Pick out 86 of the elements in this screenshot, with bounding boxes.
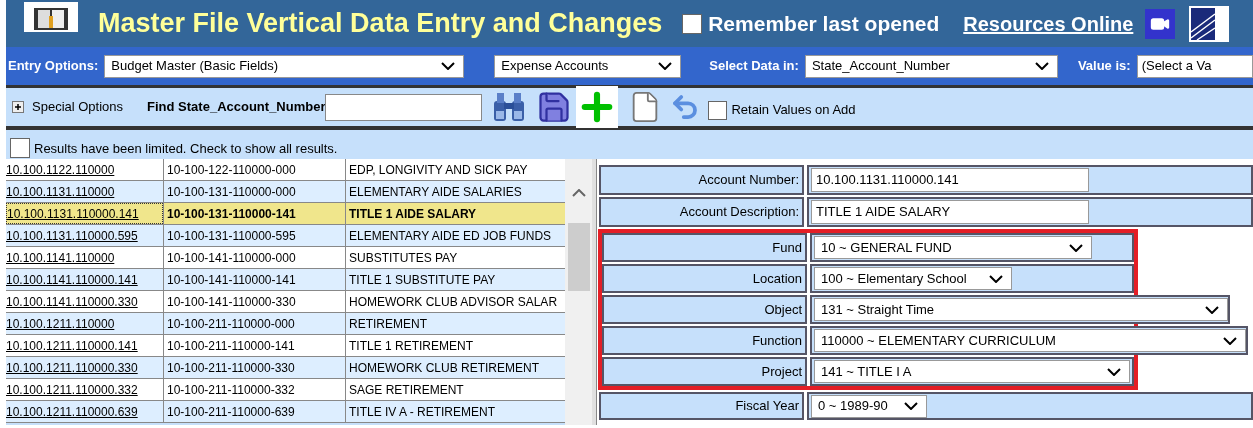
account-link[interactable]: 10.100.1131.110000.141 [6,203,163,224]
dropdown-field[interactable]: 141 ~ TITLE I A [814,360,1130,383]
find-label: Find State_Account_Number [147,98,326,117]
table-cell: 10-100-141-110000-000 [163,247,345,268]
chevron-down-icon [441,62,456,70]
limit-checkbox[interactable] [10,138,30,158]
table-row[interactable]: 10.100.1211.110000.639 10-100-211-110000-639 TITLE IV A - RETIREMENT [6,401,565,423]
dropdown-field[interactable]: 100 ~ Elementary School [814,267,1012,290]
table-cell: 10-100-141-110000-330 [163,291,345,312]
special-options-label[interactable]: Special Options [32,97,124,117]
table-cell: 10-100-141-110000-141 [163,269,345,290]
table-row[interactable]: 10.100.1131.110000.595 10-100-131-110000-595 ELEMENTARY AIDE ED JOB FUNDS [6,225,565,247]
table-row[interactable]: 10.100.1141.110000.330 10-100-141-110000-330 HOMEWORK CLUB ADVISOR SALAR [6,291,565,313]
table-row[interactable]: 10.100.1211.110000.332 10-100-211-110000-332 SAGE RETIREMENT [6,379,565,401]
field-label: Function [602,326,807,355]
find-input[interactable] [325,93,483,121]
account-link[interactable]: 10.100.1211.110000.639 [6,401,163,422]
scrollbar-thumb[interactable] [567,223,590,291]
table-cell: 10-100-211-110000-141 [163,335,345,356]
logo-icon [24,1,78,32]
chevron-down-icon [1034,62,1049,70]
chevron-down-icon [658,62,673,70]
expand-icon[interactable] [12,101,24,113]
scrollbar[interactable] [565,159,592,425]
entry-options-label: Entry Options: [8,57,99,76]
field-label: Project [602,357,807,386]
field-label: Account Number: [599,165,804,195]
table-row[interactable]: 10.100.1211.110000.141 10-100-211-110000-141 TITLE 1 RETIREMENT [6,335,565,357]
account-link[interactable]: 10.100.1211.110000.332 [6,379,163,400]
table-cell: 10-100-131-110000-141 [163,203,345,224]
account-link[interactable]: 10.100.1131.110000.595 [6,225,163,246]
retain-label: Retain Values on Add [731,101,856,120]
account-link[interactable]: 10.100.1211.110000 [6,313,163,334]
field-label: Fund [602,233,807,262]
chevron-down-icon [904,402,918,410]
select-data-label: Select Data in: [709,57,799,76]
scroll-up-icon[interactable] [571,189,586,197]
account-type-select[interactable]: Expense Accounts [494,54,682,78]
table-row[interactable]: 10.100.1141.110000 10-100-141-110000-000 SUBSTITUTES PAY [6,247,565,269]
field-label: Account Description: [599,197,804,227]
value-select[interactable]: (Select a Va [1136,54,1253,78]
value-is-label: Value is: [1077,57,1131,76]
field-label: Location [602,264,807,293]
chevron-down-icon [989,274,1003,283]
table-cell: 10-100-211-110000-000 [163,313,345,334]
account-link[interactable]: 10.100.1141.110000 [6,247,163,268]
logo-icon [1189,5,1230,42]
table-row[interactable]: 10.100.1131.110000.141 10-100-131-110000-141 TITLE 1 AIDE SALARY [6,203,565,225]
resources-link[interactable]: Resources Online [963,8,1134,39]
account-link[interactable]: 10.100.1141.110000.141 [6,269,163,290]
text-field[interactable]: TITLE 1 AIDE SALARY [811,200,1089,224]
dropdown-field[interactable]: 131 ~ Straight Time [814,298,1228,321]
table-cell: 10-100-211-110000-332 [163,379,345,400]
text-field[interactable]: 10.100.1131.110000.141 [811,168,1089,192]
account-link[interactable]: 10.100.1122.110000 [6,159,163,180]
account-link[interactable]: 10.100.1131.110000 [6,181,163,202]
entry-options-select[interactable]: Budget Master (Basic Fields) [104,54,465,78]
dropdown-field[interactable]: 0 ~ 1989-90 [811,394,927,418]
dropdown-field[interactable]: 110000 ~ ELEMENTARY CURRICULUM [814,329,1246,352]
video-button[interactable] [1145,8,1176,39]
page-title: Master File Vertical Data Entry and Changes [98,7,663,41]
select-data-select[interactable]: State_Account_Number [804,54,1058,78]
table-cell: 10-100-122-110000-000 [163,159,345,180]
table-cell: 10-100-211-110000-639 [163,401,345,422]
field-label: Fiscal Year [599,392,804,420]
table-cell: 10-100-131-110000-595 [163,225,345,246]
table-row[interactable]: 10.100.1122.110000 10-100-122-110000-000 EDP, LONGIVITY AND SICK PAY [6,159,565,181]
table-row[interactable]: 10.100.1141.110000.141 10-100-141-110000-141 TITLE 1 SUBSTITUTE PAY [6,269,565,291]
account-link[interactable]: 10.100.1211.110000.330 [6,357,163,378]
limit-label: Results have been limited. Check to show all results. [34,139,338,158]
remember-checkbox[interactable] [682,13,703,34]
chevron-down-icon [1205,305,1219,314]
remember-label: Remember last opened [708,10,940,37]
table-row[interactable]: 10.100.1131.110000 10-100-131-110000-000 ELEMENTARY AIDE SALARIES [6,181,565,203]
dropdown-field[interactable]: 10 ~ GENERAL FUND [814,236,1092,259]
table-cell: 10-100-211-110000-330 [163,357,345,378]
table-row[interactable]: 10.100.1211.110000.330 10-100-211-110000-330 HOMEWORK CLUB RETIREMENT [6,357,565,379]
chevron-down-icon [1107,367,1121,376]
table-row[interactable]: 10.100.1211.110000 10-100-211-110000-000 RETIREMENT [6,313,565,335]
chevron-down-icon [1223,336,1237,345]
account-link[interactable]: 10.100.1141.110000.330 [6,291,163,312]
table-cell: 10-100-131-110000-000 [163,181,345,202]
account-link[interactable]: 10.100.1211.110000.141 [6,335,163,356]
field-label: Object [602,295,807,324]
chevron-down-icon [1069,243,1083,252]
retain-checkbox[interactable] [708,100,728,120]
